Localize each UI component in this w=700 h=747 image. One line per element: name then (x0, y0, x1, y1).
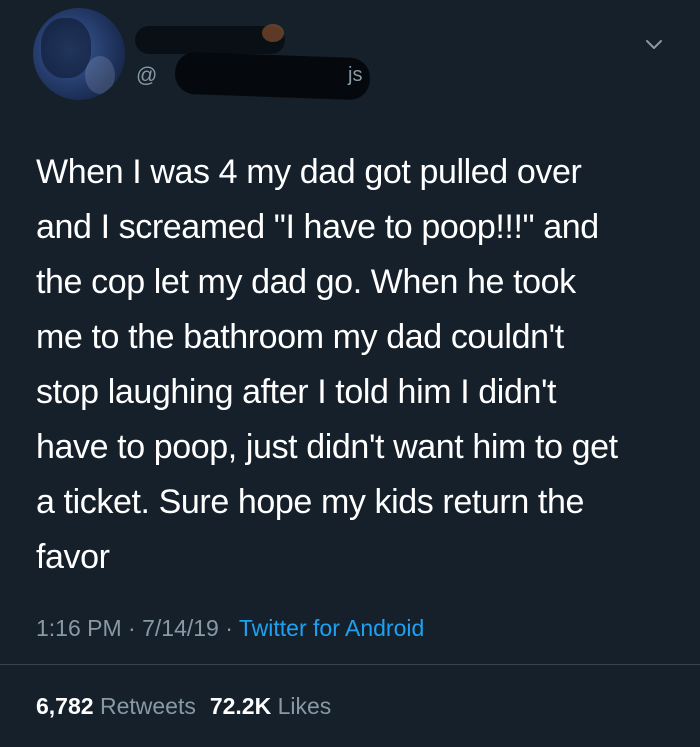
tweet-card: @ js When I was 4 my dad got pulled over… (0, 0, 700, 747)
user-handle[interactable]: @ (136, 64, 158, 88)
tweet-meta: 1:16 PM · 7/14/19 · Twitter for Android (36, 615, 424, 642)
retweets-label: Retweets (99, 693, 196, 719)
likes-stat[interactable]: 72.2K Likes (210, 693, 331, 719)
meta-separator: · (225, 615, 233, 641)
avatar-shade (41, 18, 91, 78)
avatar[interactable] (33, 8, 125, 100)
chevron-down-icon[interactable] (645, 36, 663, 54)
likes-label: Likes (277, 693, 332, 719)
tweet-time: 1:16 PM (36, 615, 122, 641)
tweet-stats: 6,782 Retweets 72.2K Likes (36, 693, 331, 720)
redacted-emoji (262, 24, 284, 42)
avatar-highlight (85, 56, 115, 94)
likes-count: 72.2K (209, 693, 272, 719)
tweet-source-link[interactable]: Twitter for Android (239, 615, 424, 641)
tweet-date[interactable]: 7/14/19 (142, 615, 219, 641)
divider (0, 664, 700, 665)
retweets-count: 6,782 (36, 693, 94, 719)
redacted-handle (174, 51, 371, 101)
meta-separator: · (128, 615, 136, 641)
user-handle-tail: js (348, 64, 363, 86)
retweets-stat[interactable]: 6,782 Retweets (36, 693, 196, 719)
tweet-text: When I was 4 my dad got pulled over and … (36, 153, 618, 576)
